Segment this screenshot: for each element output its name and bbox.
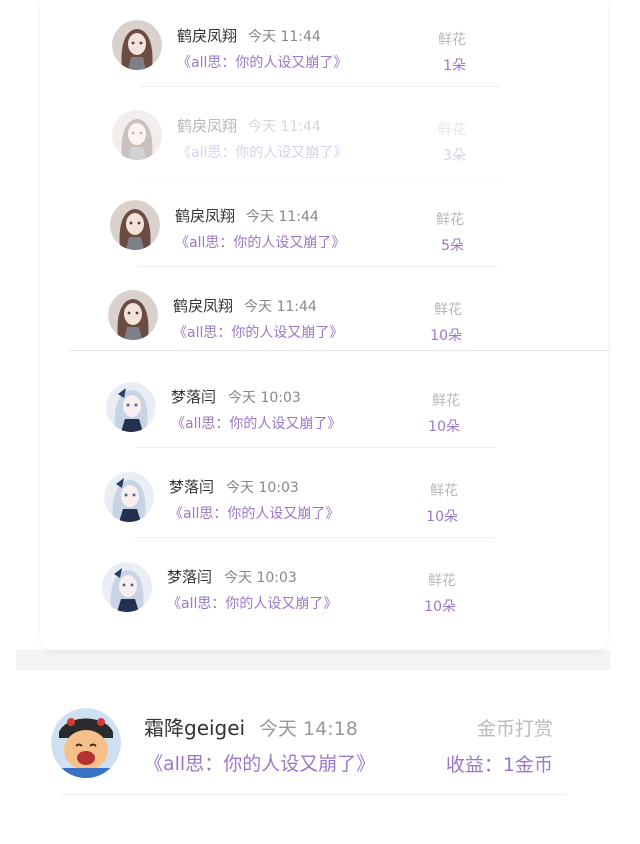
list-item[interactable]: 梦落闫 今天 10:03 《all思：你的人设又崩了》 鲜花 10朵 bbox=[40, 360, 608, 450]
user-name: 霜降geigei bbox=[144, 716, 246, 740]
user-name: 梦落闫 bbox=[171, 388, 217, 406]
divider bbox=[140, 86, 500, 87]
list-item[interactable]: 梦落闫 今天 10:03 《all思：你的人设又崩了》 鲜花 10朵 bbox=[40, 540, 608, 630]
book-title[interactable]: 《all思：你的人设又崩了》 bbox=[169, 503, 339, 523]
gift-count: 10朵 bbox=[426, 509, 458, 525]
book-title[interactable]: 《all思：你的人设又崩了》 bbox=[173, 322, 343, 342]
divider bbox=[136, 447, 496, 448]
user-name: 梦落闫 bbox=[167, 568, 213, 586]
user-name: 梦落闫 bbox=[169, 478, 215, 496]
reward-time: 今天 11:44 bbox=[248, 119, 321, 135]
girl-brown-hair-avatar-icon[interactable] bbox=[112, 20, 162, 70]
divider bbox=[134, 537, 494, 538]
girl-white-hair-avatar-icon[interactable] bbox=[106, 382, 156, 432]
divider bbox=[140, 176, 500, 177]
section-gap bbox=[16, 650, 610, 670]
reward-list-card: 鹤戾凤翔 今天 11:44 《all思：你的人设又崩了》 鲜花 1朵 鹤戾凤翔 … bbox=[40, 0, 610, 650]
reward-time: 今天 10:03 bbox=[228, 390, 301, 406]
gift-type: 鲜花 bbox=[432, 393, 460, 409]
reward-time: 今天 14:18 bbox=[259, 718, 358, 740]
cartoon-child-avatar-icon[interactable] bbox=[51, 708, 121, 778]
gift-count: 10朵 bbox=[424, 599, 456, 615]
girl-white-hair-avatar-icon[interactable] bbox=[104, 472, 154, 522]
book-title[interactable]: 《all思：你的人设又崩了》 bbox=[175, 232, 345, 252]
book-title[interactable]: 《all思：你的人设又崩了》 bbox=[144, 749, 375, 776]
income-value: 收益：1金币 bbox=[445, 754, 553, 776]
girl-brown-hair-avatar-icon[interactable] bbox=[112, 110, 162, 160]
user-name: 鹤戾凤翔 bbox=[177, 117, 238, 135]
book-title[interactable]: 《all思：你的人设又崩了》 bbox=[171, 413, 341, 433]
group-divider bbox=[70, 350, 610, 351]
divider bbox=[138, 266, 498, 267]
divider bbox=[61, 794, 566, 795]
reward-time: 今天 10:03 bbox=[226, 480, 299, 496]
list-item[interactable]: 鹤戾凤翔 今天 11:44 《all思：你的人设又崩了》 鲜花 10朵 bbox=[40, 270, 608, 360]
gift-type: 鲜花 bbox=[434, 302, 462, 318]
gift-count: 10朵 bbox=[430, 328, 462, 344]
gift-type: 鲜花 bbox=[428, 573, 456, 589]
list-item[interactable]: 鹤戾凤翔 今天 11:44 《all思：你的人设又崩了》 鲜花 3朵 bbox=[40, 90, 608, 180]
gift-count: 5朵 bbox=[441, 238, 464, 254]
user-name: 鹤戾凤翔 bbox=[175, 207, 236, 225]
gift-type: 鲜花 bbox=[430, 483, 458, 499]
book-title[interactable]: 《all思：你的人设又崩了》 bbox=[177, 52, 347, 72]
gift-type: 金币打赏 bbox=[476, 718, 553, 740]
girl-brown-hair-avatar-icon[interactable] bbox=[110, 200, 160, 250]
reward-time: 今天 11:44 bbox=[244, 299, 317, 315]
gift-type: 鲜花 bbox=[436, 212, 464, 228]
gift-count: 10朵 bbox=[428, 419, 460, 435]
reward-time: 今天 10:03 bbox=[224, 570, 297, 586]
reward-time: 今天 11:44 bbox=[246, 209, 319, 225]
gift-type: 鲜花 bbox=[438, 32, 466, 48]
gift-type: 鲜花 bbox=[438, 122, 466, 138]
list-item[interactable]: 梦落闫 今天 10:03 《all思：你的人设又崩了》 鲜花 10朵 bbox=[40, 450, 608, 540]
user-name: 鹤戾凤翔 bbox=[177, 27, 238, 45]
girl-white-hair-avatar-icon[interactable] bbox=[102, 562, 152, 612]
gift-count: 1朵 bbox=[443, 58, 466, 74]
gift-count: 3朵 bbox=[443, 148, 466, 164]
book-title[interactable]: 《all思：你的人设又崩了》 bbox=[177, 142, 347, 162]
girl-brown-hair-avatar-icon[interactable] bbox=[108, 290, 158, 340]
book-title[interactable]: 《all思：你的人设又崩了》 bbox=[167, 593, 337, 613]
list-item[interactable]: 鹤戾凤翔 今天 11:44 《all思：你的人设又崩了》 鲜花 1朵 bbox=[40, 0, 608, 90]
reward-time: 今天 11:44 bbox=[248, 29, 321, 45]
list-item[interactable]: 鹤戾凤翔 今天 11:44 《all思：你的人设又崩了》 鲜花 5朵 bbox=[40, 180, 608, 270]
coin-reward-card: 霜降geigei 今天 14:18 《all思：你的人设又崩了》 金币打赏 收益… bbox=[16, 670, 608, 830]
user-name: 鹤戾凤翔 bbox=[173, 297, 234, 315]
